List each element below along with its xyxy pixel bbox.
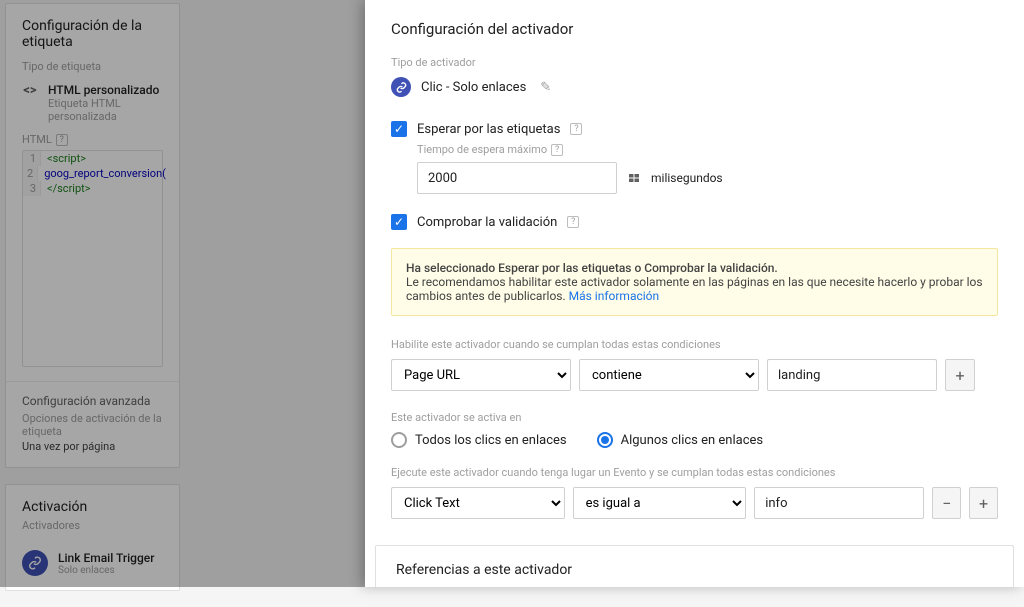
- add-condition-button[interactable]: +: [945, 359, 975, 391]
- wait-unit-label: milisegundos: [651, 171, 723, 185]
- check-validation-checkbox[interactable]: ✓: [391, 214, 407, 230]
- references-card: Referencias a este activador Adwords Con…: [375, 545, 1014, 587]
- help-icon[interactable]: ?: [551, 144, 563, 156]
- more-info-link[interactable]: Más información: [569, 289, 660, 303]
- references-title: Referencias a este activador: [376, 546, 1013, 587]
- wait-for-tags-checkbox[interactable]: ✓: [391, 121, 407, 137]
- variable-picker-icon[interactable]: [627, 172, 641, 184]
- all-clicks-radio[interactable]: Todos los clics en enlaces: [391, 432, 567, 448]
- link-icon: [391, 77, 411, 97]
- edit-trigger-type-button[interactable]: ✎: [540, 80, 551, 95]
- help-icon[interactable]: ?: [567, 216, 579, 228]
- fires-on-label: Este activador se activa en: [391, 411, 998, 424]
- help-icon[interactable]: ?: [570, 123, 582, 135]
- check-validation-label: Comprobar la validación: [417, 215, 557, 230]
- event-condition-row: Click Text es igual a − +: [391, 487, 998, 519]
- wait-for-tags-label: Esperar por las etiquetas: [417, 122, 560, 137]
- condition-operator-select[interactable]: contiene: [579, 359, 759, 391]
- max-wait-label: Tiempo de espera máximo ?: [417, 143, 998, 156]
- add-event-condition-button[interactable]: +: [969, 487, 998, 519]
- condition-variable-select[interactable]: Page URL: [391, 359, 571, 391]
- some-clicks-radio[interactable]: Algunos clics en enlaces: [597, 432, 764, 448]
- modal-title: Configuración del activador: [391, 20, 998, 38]
- validation-notice: Ha seleccionado Esperar por las etiqueta…: [391, 248, 998, 316]
- trigger-config-modal: Configuración del activador Tipo de acti…: [365, 0, 1024, 587]
- enable-condition-row: Page URL contiene +: [391, 359, 998, 391]
- event-conditions-label: Ejecute este activador cuando tenga luga…: [391, 466, 998, 479]
- remove-condition-button[interactable]: −: [932, 487, 961, 519]
- enable-conditions-label: Habilite este activador cuando se cumpla…: [391, 338, 998, 351]
- max-wait-input[interactable]: [417, 162, 617, 194]
- event-operator-select[interactable]: es igual a: [573, 487, 747, 519]
- trigger-type-label: Tipo de activador: [391, 56, 998, 69]
- trigger-type-row: Clic - Solo enlaces ✎: [391, 77, 998, 97]
- trigger-type-value: Clic - Solo enlaces: [421, 80, 526, 95]
- event-value-input[interactable]: [754, 487, 924, 519]
- event-variable-select[interactable]: Click Text: [391, 487, 565, 519]
- condition-value-input[interactable]: [767, 359, 937, 391]
